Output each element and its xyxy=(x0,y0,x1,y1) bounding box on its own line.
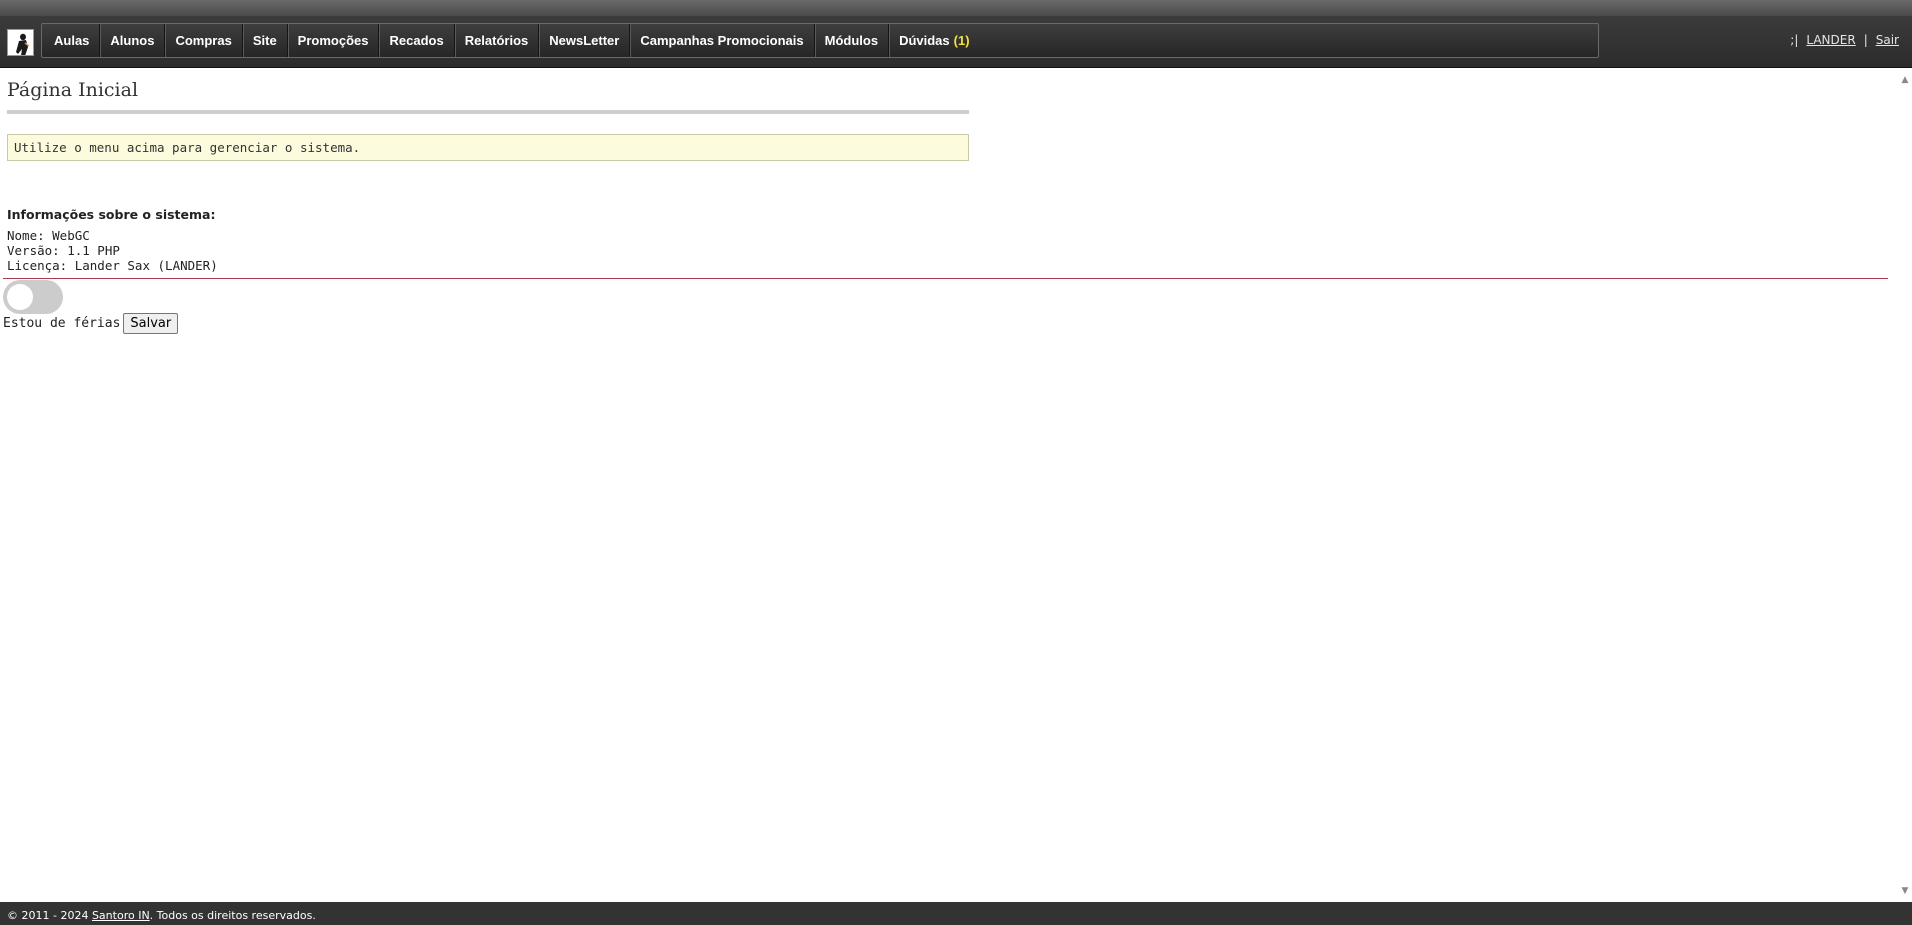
menu-item-modulos[interactable]: Módulos xyxy=(815,24,890,57)
footer-copyright: © 2011 - 2024 xyxy=(7,909,89,922)
menu-item-aulas[interactable]: Aulas xyxy=(44,24,101,57)
menu-item-relatorios[interactable]: Relatórios xyxy=(455,24,540,57)
footer-company-link[interactable]: Santoro IN xyxy=(92,909,150,922)
section-divider xyxy=(3,278,1888,279)
user-links: ;| LANDER | Sair xyxy=(1790,33,1899,47)
page-title: Página Inicial xyxy=(7,79,139,101)
system-version: Versão: 1.1 PHP xyxy=(7,243,120,258)
person-logo-icon[interactable] xyxy=(7,29,34,56)
user-name-link[interactable]: LANDER xyxy=(1806,33,1855,47)
menu-item-newsletter[interactable]: NewsLetter xyxy=(539,24,631,57)
vacation-label: Estou de férias xyxy=(3,316,121,331)
menu-item-promocoes[interactable]: Promoções xyxy=(288,24,380,57)
vacation-toggle[interactable] xyxy=(3,280,63,314)
main-menu: Aulas Alunos Compras Site Promoções Reca… xyxy=(41,23,1599,58)
vacation-toggle-knob xyxy=(7,284,33,310)
save-button[interactable]: Salvar xyxy=(123,313,179,334)
info-notice: Utilize o menu acima para gerenciar o si… xyxy=(7,134,969,161)
user-links-separator: | xyxy=(1863,33,1868,47)
system-license: Licença: Lander Sax (LANDER) xyxy=(7,258,218,273)
footer-rights: . Todos os direitos reservados. xyxy=(149,909,316,922)
menu-item-duvidas[interactable]: Dúvidas (1) xyxy=(889,24,979,57)
system-info-heading: Informações sobre o sistema: xyxy=(7,207,216,222)
scroll-up-arrow-icon[interactable]: ▲ xyxy=(1898,73,1912,87)
main-content: Página Inicial Utilize o menu acima para… xyxy=(0,69,1898,902)
system-info: Nome: WebGC Versão: 1.1 PHP Licença: Lan… xyxy=(7,228,218,273)
header-bar: Aulas Alunos Compras Site Promoções Reca… xyxy=(0,16,1912,68)
window-top-strip xyxy=(0,0,1912,16)
menu-item-campanhas-promocionais[interactable]: Campanhas Promocionais xyxy=(630,24,815,57)
footer: © 2011 - 2024 Santoro IN. Todos os direi… xyxy=(0,902,1912,925)
user-prefix-text: ;| xyxy=(1790,33,1799,47)
menu-item-alunos[interactable]: Alunos xyxy=(100,24,166,57)
menu-item-recados[interactable]: Recados xyxy=(379,24,455,57)
title-divider xyxy=(7,110,969,114)
menu-item-compras[interactable]: Compras xyxy=(165,24,243,57)
vertical-scrollbar[interactable]: ▲ ▼ xyxy=(1898,69,1912,902)
scroll-down-arrow-icon[interactable]: ▼ xyxy=(1898,884,1912,898)
vacation-row: Estou de férias Salvar xyxy=(3,313,179,334)
logout-link[interactable]: Sair xyxy=(1876,33,1899,47)
system-name: Nome: WebGC xyxy=(7,228,90,243)
menu-item-site[interactable]: Site xyxy=(243,24,288,57)
duvidas-count-badge: (1) xyxy=(953,33,970,48)
